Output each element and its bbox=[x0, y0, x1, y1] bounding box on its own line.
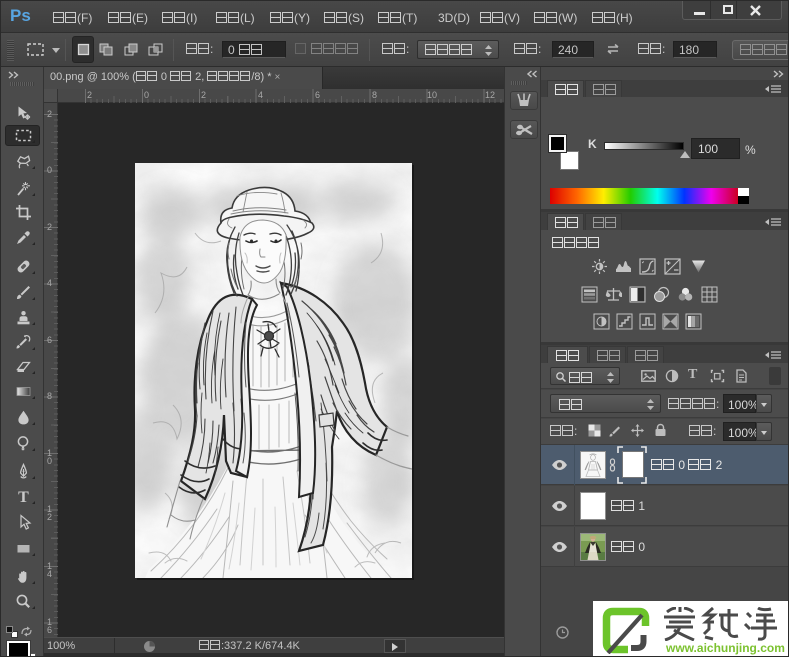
svg-text:T: T bbox=[18, 489, 29, 505]
